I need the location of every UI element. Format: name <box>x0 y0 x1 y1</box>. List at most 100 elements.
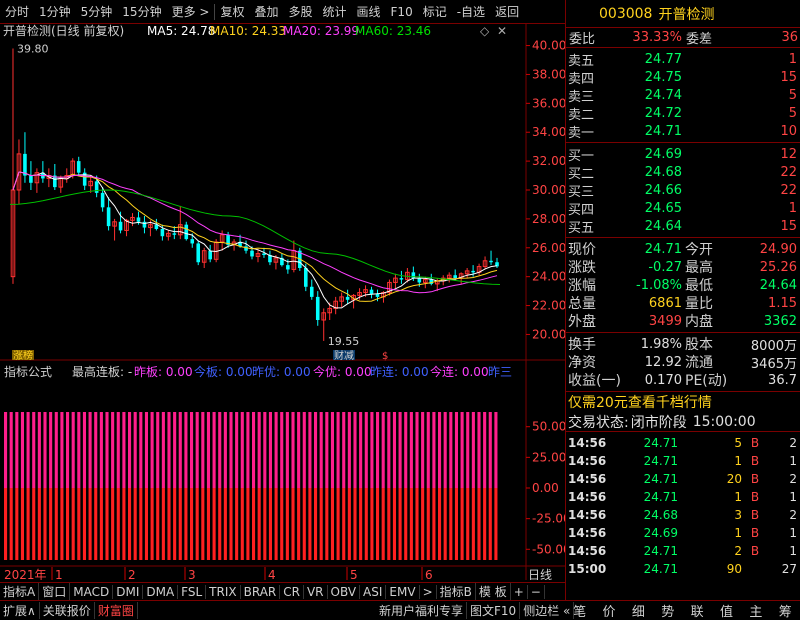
event-tag-3[interactable]: $ <box>382 351 388 362</box>
side-tab-2[interactable]: 细 <box>629 601 648 620</box>
toolbar-item-0[interactable]: 分时 <box>0 3 34 20</box>
indicator-tab-3[interactable]: DMI <box>113 584 144 599</box>
indicator-tab-11[interactable]: ASI <box>360 584 387 599</box>
tick-row[interactable]: 14:56 24.71 1 B 1 <box>566 488 800 506</box>
tick-list[interactable]: 14:56 24.71 5 B 2 14:56 24.71 1 B 1 14:56 24.71 20 B 2… <box>566 432 800 578</box>
toolbar-item-9[interactable]: 画线 <box>352 3 386 20</box>
toolbar-item-3[interactable]: 15分钟 <box>117 3 166 20</box>
indicator-bar-neg <box>49 488 53 560</box>
indicator-tab-0[interactable]: 指标A <box>0 583 40 600</box>
candle-body <box>453 275 457 279</box>
toolbar-item-4[interactable]: 更多 > <box>167 3 215 20</box>
indicator-bar-pos <box>342 412 346 488</box>
indicator-tab-13[interactable]: > <box>420 584 437 599</box>
toolbar-item-12[interactable]: -自选 <box>452 3 490 20</box>
indicator-tab-4[interactable]: DMA <box>143 584 179 599</box>
period-label[interactable]: 日线 <box>528 568 552 582</box>
promo-link[interactable]: 仅需20元查看千档行情 <box>568 392 712 412</box>
indicator-tab-14[interactable]: 指标B <box>437 583 476 600</box>
bids-row[interactable]: 买四 24.65 1 <box>566 199 800 218</box>
asks-price: 24.75 <box>644 69 682 85</box>
asks-row[interactable]: 卖五 24.77 1 <box>566 50 800 69</box>
indicator-bar-pos <box>308 412 312 488</box>
bids-row[interactable]: 买二 24.68 22 <box>566 163 800 182</box>
event-tag-2[interactable]: 财减 <box>334 349 354 362</box>
indicator-tab-9[interactable]: VR <box>304 584 328 599</box>
toolbar-item-10[interactable]: F10 <box>386 5 418 19</box>
indicator-bar-pos <box>43 412 47 488</box>
indicator-tab-6[interactable]: TRIX <box>206 584 241 599</box>
indicator-bar-neg <box>268 488 273 560</box>
kline-chart-svg[interactable]: 开普检测(日线 前复权) MA5: 24.78MA10: 24.33MA20: 2… <box>0 23 571 582</box>
toolbar-item-8[interactable]: 统计 <box>318 3 352 20</box>
tick-row[interactable]: 14:56 24.68 3 B 2 <box>566 506 800 524</box>
indicator-bar-pos <box>432 412 436 488</box>
indicator-bar-neg <box>449 488 453 560</box>
bids-row[interactable]: 买一 24.69 12 <box>566 145 800 164</box>
stock-name: 开普检测 <box>658 6 715 23</box>
indicator-tab-12[interactable]: EMV <box>386 584 420 599</box>
tick-row[interactable]: 14:56 24.69 1 B 1 <box>566 524 800 542</box>
asks-row[interactable]: 卖一 24.71 10 <box>566 122 800 141</box>
tick-row[interactable]: 14:56 24.71 1 B 1 <box>566 452 800 470</box>
y-tick-label: 28.00 <box>532 212 565 226</box>
indicator-tab-1[interactable]: 窗口 <box>39 583 71 600</box>
side-tab-7[interactable]: 筹 <box>776 601 795 620</box>
month-label: 3 <box>188 568 196 580</box>
bottom-left-item-2[interactable]: 财富圈 <box>95 602 138 619</box>
indicator-tab-15[interactable]: 模 板 <box>476 583 511 600</box>
toolbar-item-5[interactable]: 复权 <box>215 3 249 20</box>
stat-label: 现价 <box>568 242 596 258</box>
asks-row[interactable]: 卖四 24.75 15 <box>566 68 800 87</box>
bottom-left-item-1[interactable]: 关联报价 <box>40 602 95 619</box>
asks-row[interactable]: 卖二 24.72 5 <box>566 104 800 123</box>
bids-row[interactable]: 买三 24.66 22 <box>566 181 800 200</box>
indicator-bar-pos <box>285 412 289 488</box>
indicator-bar-pos <box>297 412 301 488</box>
bottom-mid-item-0[interactable]: 新用户福利专享 <box>376 602 468 619</box>
indicator-bar-neg <box>184 488 188 560</box>
promo-row[interactable]: 仅需20元查看千档行情 <box>566 392 800 412</box>
fund-value: 3465万 <box>750 356 797 372</box>
toolbar-item-6[interactable]: 叠加 <box>249 3 283 20</box>
close-icon[interactable]: ✕ <box>497 24 507 38</box>
bottom-mid-item-1[interactable]: 图文F10 <box>467 602 521 619</box>
side-tab-4[interactable]: 联 <box>688 601 707 620</box>
tick-row[interactable]: 14:56 24.71 2 B 1 <box>566 542 800 560</box>
toolbar-item-7[interactable]: 多股 <box>283 3 317 20</box>
indicator-tab-10[interactable]: OBV <box>328 584 361 599</box>
side-tab-0[interactable]: 笔 <box>570 601 589 620</box>
fund-value: 12.92 <box>644 354 682 370</box>
indicator-name[interactable]: 指标公式 <box>4 364 52 379</box>
side-tab-6[interactable]: 主 <box>746 601 765 620</box>
toolbar-item-13[interactable]: 返回 <box>490 3 524 20</box>
tick-row[interactable]: 15:00 24.71 90 27 <box>566 560 800 578</box>
y-tick-label: 24.00 <box>532 270 565 284</box>
indicator-tab-16[interactable]: + <box>511 584 528 599</box>
indicator-bar-pos <box>314 412 318 488</box>
asks-row[interactable]: 卖三 24.74 5 <box>566 86 800 105</box>
indicator-tab-17[interactable]: − <box>528 584 545 599</box>
y-tick-label: 32.00 <box>532 154 565 168</box>
diamond-icon[interactable]: ◇ <box>480 24 490 38</box>
bottom-left-item-0[interactable]: 扩展∧ <box>0 602 40 619</box>
tick-row[interactable]: 14:56 24.71 5 B 2 <box>566 434 800 452</box>
side-tab-1[interactable]: 价 <box>600 601 619 620</box>
event-tag-1[interactable]: 涨榜 <box>13 349 33 362</box>
indicator-tab-8[interactable]: CR <box>280 584 304 599</box>
toolbar-item-2[interactable]: 5分钟 <box>76 3 118 20</box>
indicator-bar-neg <box>347 488 351 560</box>
indicator-tab-2[interactable]: MACD <box>70 584 114 599</box>
indicator-tab-7[interactable]: BRAR <box>241 584 281 599</box>
indicator-bar-neg <box>190 488 194 560</box>
side-tab-3[interactable]: 势 <box>658 601 677 620</box>
toolbar-item-1[interactable]: 1分钟 <box>34 3 76 20</box>
tick-row[interactable]: 14:56 24.71 20 B 2 <box>566 470 800 488</box>
bids-row[interactable]: 买五 24.64 15 <box>566 217 800 236</box>
side-tab-5[interactable]: 值 <box>717 601 736 620</box>
indicator-bar-neg <box>206 488 211 560</box>
toolbar-item-11[interactable]: 标记 <box>418 3 452 20</box>
kline-chart-area[interactable]: 开普检测(日线 前复权) MA5: 24.78 MA10: 24.33 MA20: 2… <box>0 23 571 582</box>
indicator-tab-5[interactable]: FSL <box>178 584 207 599</box>
indicator-bar-pos <box>26 412 30 488</box>
